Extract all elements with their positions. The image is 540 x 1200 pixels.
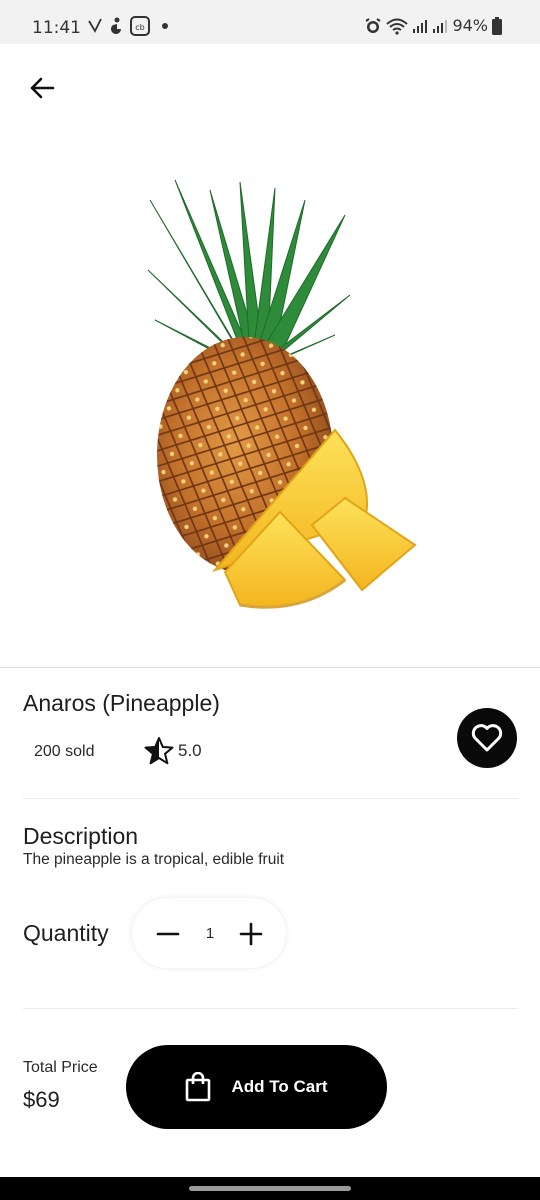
increase-quantity-button[interactable] xyxy=(236,919,266,949)
pineapple-image xyxy=(147,179,417,609)
product-image xyxy=(0,120,540,668)
decrease-quantity-button[interactable] xyxy=(152,922,184,946)
section-divider xyxy=(23,798,518,799)
shopping-bag-icon xyxy=(186,1072,211,1102)
section-divider-2 xyxy=(23,1008,518,1009)
quantity-stepper: 1 xyxy=(131,897,287,969)
cb-app-icon: cb xyxy=(130,16,150,36)
battery-icon xyxy=(492,16,502,35)
total-price-value: $69 xyxy=(23,1087,60,1112)
alarm-icon xyxy=(365,17,381,33)
sold-count: 200 sold xyxy=(34,743,95,760)
quantity-value: 1 xyxy=(205,925,215,942)
home-indicator[interactable] xyxy=(189,1186,351,1191)
minus-icon xyxy=(156,932,180,936)
signal-slash-icon xyxy=(88,18,102,33)
signal-icon-2 xyxy=(433,19,448,33)
system-nav-bar xyxy=(0,1177,540,1200)
arrow-left-icon xyxy=(30,77,55,99)
status-time: 11:41 xyxy=(32,18,81,38)
status-system-icons: 94% xyxy=(364,16,502,35)
rating-value: 5.0 xyxy=(178,741,202,760)
description-text: The pineapple is a tropical, edible frui… xyxy=(23,851,285,868)
back-button[interactable] xyxy=(24,70,60,106)
star-icon xyxy=(144,737,174,765)
dot-icon xyxy=(162,23,168,29)
image-divider xyxy=(0,667,540,668)
wifi-icon xyxy=(386,18,409,35)
favorite-button[interactable] xyxy=(457,708,517,768)
svg-text:cb: cb xyxy=(135,23,144,32)
quantity-label: Quantity xyxy=(23,920,109,946)
battery-percent: 94% xyxy=(452,16,488,35)
signal-icon xyxy=(413,19,428,33)
product-title: Anaros (Pineapple) xyxy=(23,690,220,716)
add-to-cart-label: Add To Cart xyxy=(231,1077,328,1096)
description-heading: Description xyxy=(23,823,139,849)
total-price-label: Total Price xyxy=(23,1059,98,1076)
status-bar: 11:41 cb 94% xyxy=(0,0,540,44)
add-to-cart-button[interactable]: Add To Cart xyxy=(126,1045,387,1129)
plus-icon xyxy=(239,922,263,946)
rating: 5.0 xyxy=(144,736,202,766)
heart-icon xyxy=(471,724,503,752)
accessibility-icon xyxy=(111,17,121,34)
status-notification-icons: cb xyxy=(88,16,170,36)
